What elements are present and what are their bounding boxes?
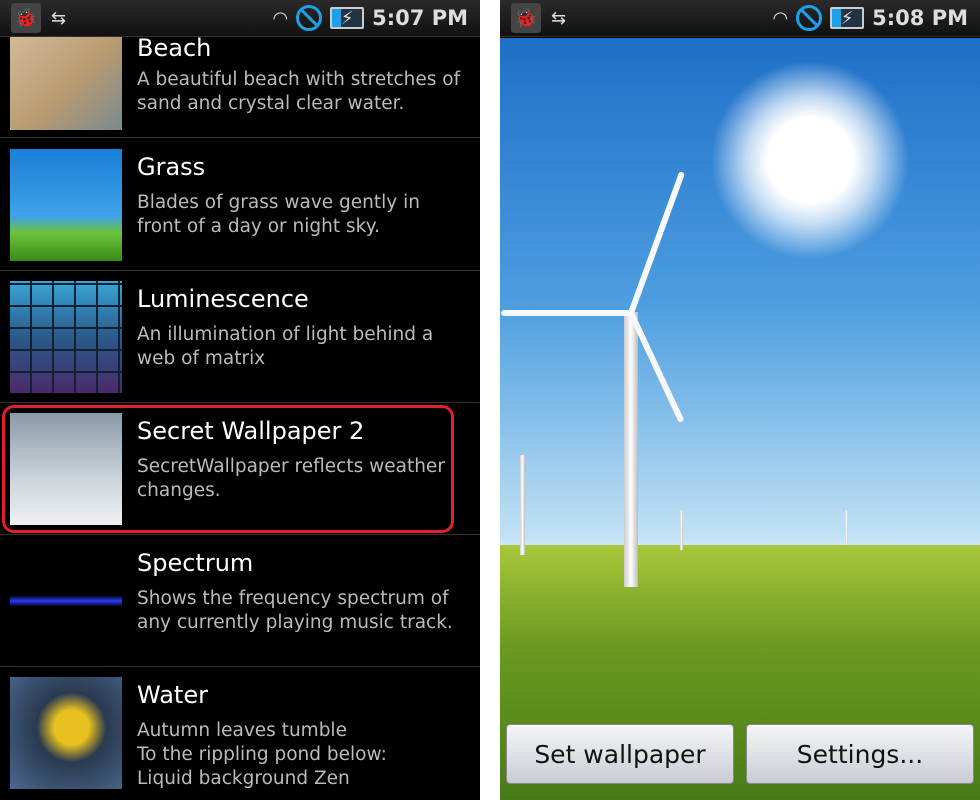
item-description: Shows the frequency spectrum of any curr… bbox=[137, 588, 453, 633]
no-sync-icon bbox=[296, 5, 323, 31]
wind-turbine bbox=[520, 455, 525, 555]
list-item-water[interactable]: Water Autumn leaves tumble To the rippli… bbox=[0, 667, 480, 799]
status-bar: 🐞 ⇆ ◠ ⚡ 5:08 PM bbox=[500, 0, 980, 37]
list-item-spectrum[interactable]: Spectrum Shows the frequency spectrum of… bbox=[0, 535, 480, 667]
item-title: Water bbox=[137, 681, 208, 709]
luminescence-thumbnail bbox=[10, 281, 122, 393]
item-title: Luminescence bbox=[137, 285, 309, 313]
clock: 5:07 PM bbox=[372, 6, 468, 30]
spectrum-thumbnail bbox=[10, 545, 122, 657]
wifi-icon: ◠ bbox=[272, 7, 289, 29]
item-title: Grass bbox=[137, 153, 206, 181]
item-title: Beach bbox=[137, 34, 212, 62]
turbine-blade bbox=[501, 310, 631, 316]
usb-icon: ⇆ bbox=[551, 7, 567, 29]
status-bar: 🐞 ⇆ ◠ ⚡ 5:07 PM bbox=[0, 0, 480, 37]
sun bbox=[710, 60, 910, 260]
android-debug-icon: 🐞 bbox=[11, 3, 41, 33]
wind-turbine bbox=[680, 510, 683, 550]
wifi-icon: ◠ bbox=[772, 7, 789, 29]
set-wallpaper-button[interactable]: Set wallpaper bbox=[506, 724, 734, 784]
live-wallpaper-list: 🐞 ⇆ ◠ ⚡ 5:07 PM Beach A beautiful beach … bbox=[0, 0, 480, 800]
item-description: Autumn leaves tumble To the rippling pon… bbox=[137, 720, 387, 789]
wallpaper-preview: 🐞 ⇆ ◠ ⚡ 5:08 PM Set wallpaper Settings..… bbox=[500, 0, 980, 800]
list-item-luminescence[interactable]: Luminescence An illumination of light be… bbox=[0, 271, 480, 403]
list-item-grass[interactable]: Grass Blades of grass wave gently in fro… bbox=[0, 139, 480, 271]
clock: 5:08 PM bbox=[872, 6, 968, 30]
grass-thumbnail bbox=[10, 149, 122, 261]
usb-icon: ⇆ bbox=[51, 7, 67, 29]
item-title: Spectrum bbox=[137, 549, 254, 577]
android-debug-icon: 🐞 bbox=[511, 3, 541, 33]
settings-button[interactable]: Settings... bbox=[746, 724, 974, 784]
battery-charging-icon: ⚡ bbox=[830, 7, 865, 29]
selection-highlight bbox=[2, 405, 454, 533]
item-description: An illumination of light behind a web of… bbox=[137, 324, 434, 369]
no-sync-icon bbox=[796, 5, 823, 31]
item-description: Blades of grass wave gently in front of … bbox=[137, 192, 420, 237]
water-thumbnail bbox=[10, 677, 122, 789]
wind-turbine bbox=[845, 510, 848, 545]
item-description: A beautiful beach with stretches of sand… bbox=[137, 69, 461, 114]
battery-charging-icon: ⚡ bbox=[330, 7, 365, 29]
wind-turbine bbox=[624, 312, 638, 587]
